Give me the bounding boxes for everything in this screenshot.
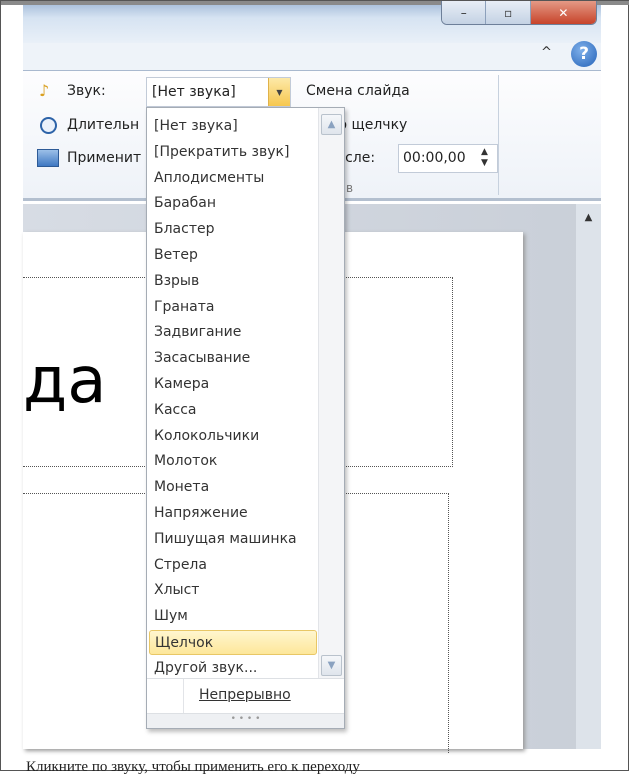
scroll-up-icon[interactable]: ▲ [576,212,601,223]
sound-option[interactable]: Граната [149,295,317,320]
maximize-button[interactable]: ▫ [486,1,531,24]
group-label: в [346,181,354,195]
scroll-down-icon[interactable]: ▼ [321,655,342,676]
after-time-input[interactable]: 00:00,00 ▲ ▼ [398,144,498,173]
sound-option[interactable]: Касса [149,398,317,423]
help-icon[interactable]: ? [571,41,597,67]
sound-label: Звук: [67,83,106,99]
sound-option[interactable]: Шум [149,604,317,629]
sound-select-value: [Нет звука] [152,84,236,100]
sound-option[interactable]: Колокольчики [149,424,317,449]
sound-option[interactable]: Задвигание [149,320,317,345]
sound-option[interactable]: [Прекратить звук] [149,140,317,165]
vertical-scrollbar[interactable]: ▲ [576,204,601,749]
spinner-icon[interactable]: ▲ ▼ [481,147,488,169]
sound-option[interactable]: Молоток [149,449,317,474]
sound-option[interactable]: Камера [149,372,317,397]
sound-icon: ♪ [39,81,50,100]
sound-option[interactable]: Хлыст [149,578,317,603]
sound-option[interactable]: Бластер [149,217,317,242]
sound-option[interactable]: [Нет звука] [149,114,317,139]
chevron-down-icon[interactable]: ▼ [268,78,290,106]
sound-option[interactable]: Монета [149,475,317,500]
sound-dropdown-list: [Нет звука] [Прекратить звук] Аплодисменты… [146,107,345,729]
after-time-value: 00:00,00 [403,150,466,166]
sound-option[interactable]: Взрыв [149,269,317,294]
scroll-up-icon[interactable]: ▲ [321,114,342,135]
sound-option[interactable]: Засасывание [149,346,317,371]
sound-select[interactable]: [Нет звука] ▼ [146,77,291,107]
resize-grip[interactable]: • • • • [147,714,344,728]
caption-text: Кликните по звуку, чтобы применить его к… [26,759,360,775]
sound-option[interactable]: Пишущая машинка [149,527,317,552]
clock-icon [40,117,57,134]
advance-slide-title: Смена слайда [306,83,410,99]
group-divider [498,75,499,195]
close-button[interactable]: ✕ [530,1,596,24]
loop-label: Непрерывно [199,687,291,703]
sound-option[interactable]: Барабан [149,191,317,216]
ribbon-tab-strip [23,43,601,71]
dropdown-scrollbar[interactable]: ▲ ▼ [318,108,344,678]
sound-option[interactable]: Аплодисменты [149,166,317,191]
apply-all-icon [37,149,59,167]
sound-option[interactable]: Ветер [149,243,317,268]
footer-divider [183,679,184,713]
collapse-ribbon-icon[interactable]: ^ [541,45,552,60]
sound-option[interactable]: Напряжение [149,501,317,526]
duration-label[interactable]: Длительн [67,117,139,133]
sound-option[interactable]: Щелчок [149,630,317,655]
window-controls: – ▫ ✕ [441,1,597,25]
sound-option[interactable]: Стрела [149,553,317,578]
minimize-button[interactable]: – [442,1,487,24]
apply-to-all-button[interactable]: Применит [67,150,141,166]
slide-title-text: да [23,344,107,418]
loop-option[interactable]: Непрерывно [147,678,344,714]
